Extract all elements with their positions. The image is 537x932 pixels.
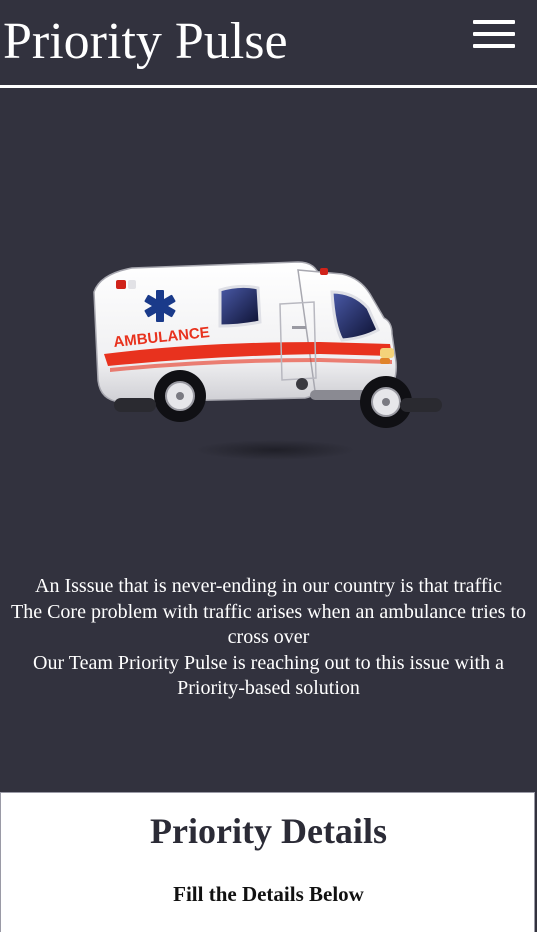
intro-line-2: The Core problem with traffic arises whe… [10,600,526,649]
header-divider [0,85,537,88]
intro-line-3: Our Team Priority Pulse is reaching out … [33,651,504,700]
intro-line-1: An Isssue that is never-ending in our co… [35,575,502,597]
priority-details-subtitle: Fill the Details Below [173,882,364,906]
menu-bar-bottom [473,44,515,48]
site-header: Priority Pulse [0,0,537,86]
hamburger-menu-icon[interactable] [473,20,517,50]
priority-details-card: Priority Details Fill the Details Below [0,792,535,932]
site-title[interactable]: Priority Pulse [3,10,288,74]
intro-text: An Isssue that is never-ending in our co… [0,574,537,702]
menu-bar-top [473,20,515,24]
menu-bar-middle [473,32,515,36]
priority-details-title: Priority Details [150,811,387,851]
ambulance-illustration: AMBULANCE [80,230,450,470]
